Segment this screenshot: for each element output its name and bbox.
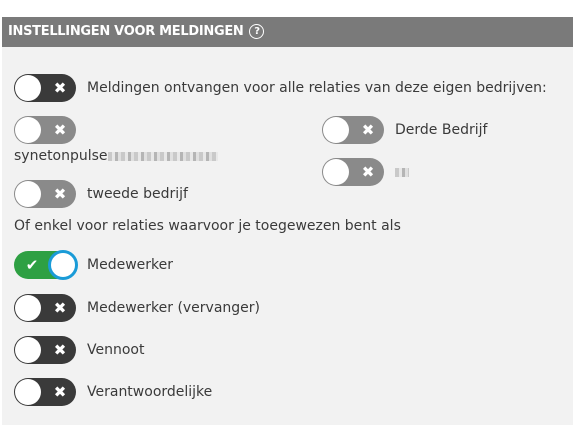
company-toggle-row-1: ✖ [14,116,76,144]
redacted-text [395,167,409,177]
role-label-medewerker-vervanger: Medewerker (vervanger) [87,300,261,316]
role-row-verantwoordelijke: ✖ Verantwoordelijke [14,378,212,406]
toggle-knob [323,159,349,185]
company-toggle-row-4: ✖ tweede bedrijf [14,180,188,208]
section-header: INSTELLINGEN VOOR MELDINGEN? [2,17,573,47]
close-icon: ✖ [53,299,67,317]
redacted-text [107,151,218,161]
toggle-knob [15,181,41,207]
close-icon: ✖ [53,79,67,97]
role-toggle-medewerker-vervanger[interactable]: ✖ [14,294,76,322]
toggle-knob [15,379,41,405]
toggle-knob [323,117,349,143]
company-toggle-tweede-bedrijf[interactable]: ✖ [14,180,76,208]
company-toggle-row-3: ✖ [322,158,409,186]
close-icon: ✖ [361,121,375,139]
toggle-knob [48,250,78,280]
close-icon: ✖ [53,185,67,203]
company-toggle-redacted[interactable]: ✖ [322,158,384,186]
all-relations-row: ✖ Meldingen ontvangen voor alle relaties… [14,74,547,102]
help-icon[interactable]: ? [249,24,265,39]
all-relations-label: Meldingen ontvangen voor alle relaties v… [87,80,547,96]
role-row-medewerker-vervanger: ✖ Medewerker (vervanger) [14,294,260,322]
toggle-knob [15,75,41,101]
company-toggle-derde-bedrijf[interactable]: ✖ [322,116,384,144]
role-row-medewerker: ✔ Medewerker [14,250,173,280]
company-toggle-synetonpulse[interactable]: ✖ [14,116,76,144]
all-relations-toggle[interactable]: ✖ [14,74,76,102]
close-icon: ✖ [53,341,67,359]
role-label-medewerker: Medewerker [87,257,173,273]
role-label-verantwoordelijke: Verantwoordelijke [87,384,213,400]
role-row-vennoot: ✖ Vennoot [14,336,144,364]
role-label-vennoot: Vennoot [87,342,145,358]
section-title: INSTELLINGEN VOOR MELDINGEN [8,24,244,39]
company-label-derde-bedrijf: Derde Bedrijf [395,122,488,138]
role-toggle-verantwoordelijke[interactable]: ✖ [14,378,76,406]
toggle-knob [15,117,41,143]
close-icon: ✖ [53,383,67,401]
role-toggle-medewerker[interactable]: ✔ [14,250,78,280]
roles-heading: Of enkel voor relaties waarvoor je toege… [14,218,401,234]
close-icon: ✖ [53,121,67,139]
company-label-tweede-bedrijf: tweede bedrijf [87,186,188,202]
company-toggle-row-2: ✖ Derde Bedrijf [322,116,487,144]
close-icon: ✖ [361,163,375,181]
role-toggle-vennoot[interactable]: ✖ [14,336,76,364]
toggle-knob [15,337,41,363]
toggle-knob [15,295,41,321]
company-label-redacted [395,164,409,180]
check-icon: ✔ [25,256,39,274]
company-label-synetonpulse: synetonpulse [14,148,218,164]
